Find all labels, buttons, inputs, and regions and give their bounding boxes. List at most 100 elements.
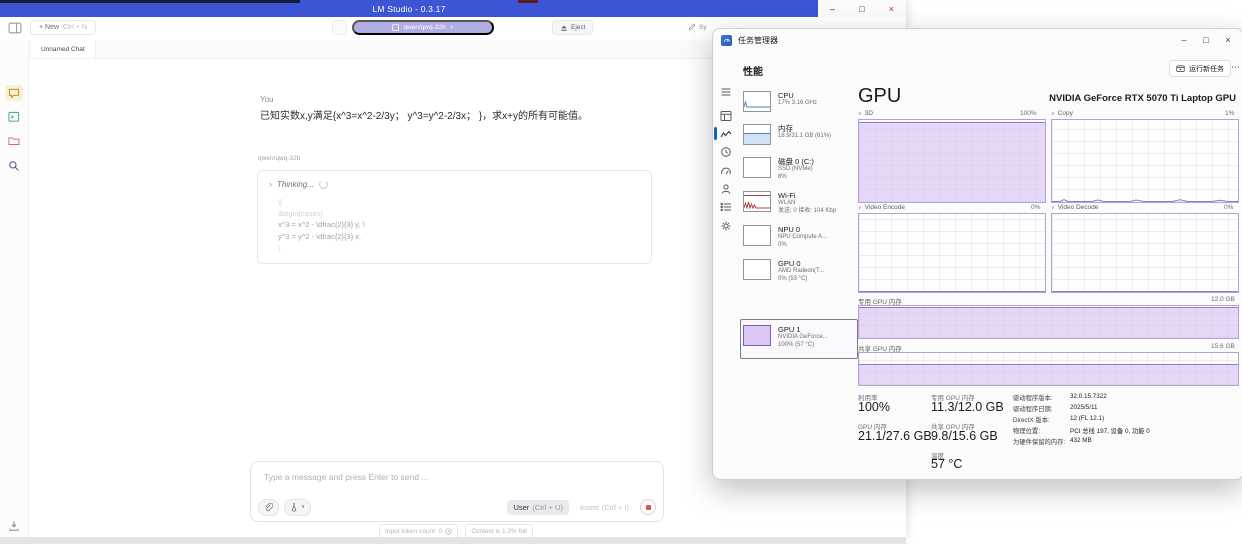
sidebar-item-developer[interactable] [5,109,23,125]
chevron-down-icon: ∨ [301,504,305,510]
perf-item-gpu0[interactable]: GPU 0AMD Radeon(T...0% (53 °C) [743,259,855,283]
stop-generation-button[interactable] [640,499,656,515]
minimize-button[interactable]: – [1173,35,1195,45]
eject-button[interactable]: Eject [552,20,593,35]
chat-bubble-icon [8,87,20,99]
eject-icon [560,24,568,32]
chevron-down-icon: ∨ [1051,111,1055,117]
spinner-icon [319,180,328,189]
disk-mini-graph [743,157,771,178]
nav-services-icon[interactable] [720,220,732,232]
nav-startup-apps-icon[interactable] [720,165,732,177]
model-selector[interactable]: qwen/qwq-32b ∨ [352,20,494,35]
disclosure-icon: › [269,179,272,189]
chart-video-decode-label[interactable]: ∨ Video Decode [1051,204,1098,211]
physical-location-row: 物理位置:PCI 总线 197, 设备 0, 功能 0 [1013,426,1150,435]
task-manager-titlebar[interactable]: 任务管理器 [713,29,1242,51]
nav-selected-indicator [714,127,717,140]
gpu-pane-title: GPU [858,85,901,108]
new-chat-button[interactable]: + New Ctrl + N [30,20,96,35]
task-manager-window: 任务管理器 – □ × [712,28,1242,480]
model-settings-button[interactable] [332,20,347,35]
maximize-button[interactable]: □ [859,4,864,14]
panels-toggle-icon[interactable] [8,21,22,35]
close-button[interactable]: × [1217,35,1239,45]
new-task-icon [1176,64,1185,73]
sidebar-item-models[interactable] [5,133,23,149]
task-manager-window-controls: – □ × [1173,29,1239,51]
taskbar-edge [0,537,906,544]
chart-video-encode [858,213,1046,293]
run-new-task-button[interactable]: 运行新任务 [1169,60,1231,77]
message-input[interactable]: Type a message and press Enter to send .… [264,472,428,482]
nav-details-icon[interactable] [720,201,732,213]
flask-icon [290,503,298,512]
chart-dedicated-memory [858,305,1239,339]
perf-item-gpu1[interactable]: GPU 1NVIDIA GeForce...100% (57 °C) [743,325,855,349]
tab-unnamed-chat[interactable]: Unnamed Chat [30,40,96,58]
new-chat-shortcut: Ctrl + N [63,24,87,31]
send-as-user-button[interactable]: User (Ctrl + U) [507,500,568,515]
temperature-value: 57 °C [931,457,962,471]
gpu-memory-value: 21.1/27.6 GB [858,429,932,443]
sidebar-item-chat[interactable] [5,85,23,101]
thinking-header[interactable]: › Thinking... [269,179,328,189]
attach-button[interactable] [258,499,279,516]
memory-mini-graph [743,124,771,145]
thinking-block[interactable]: › Thinking... \[ \begin{cases} x^3 = x^2… [257,170,652,264]
minimize-button[interactable]: – [830,4,835,14]
chart-copy-scale: 1% [1225,110,1234,117]
model-selector-label: qwen/qwq-32b [403,24,445,31]
insert-button[interactable]: Insert (Ctrl + I) [574,500,635,515]
shared-stat-value: 9.8/15.6 GB [931,429,998,443]
task-manager-nav-rail [713,51,739,479]
driver-date-row: 驱动程序日期:2025/5/11 [1013,404,1098,413]
sidebar-item-discover[interactable] [5,158,23,174]
more-options-button[interactable]: ⋯ [1231,62,1240,73]
context-status-pill: Context is 1.2% full [465,524,533,538]
nav-users-icon[interactable] [720,183,732,195]
chart-video-encode-scale: 0% [1031,204,1040,211]
perf-item-disk[interactable]: 磁盘 0 (C:)SSD (NVMe)8% [743,157,855,181]
lmstudio-window-controls: – □ × [818,0,906,17]
maximize-button[interactable]: □ [1195,35,1217,45]
stop-icon [646,505,651,510]
perf-item-memory[interactable]: 内存18.9/31.1 GB (61%) [743,124,855,145]
perf-item-wifi[interactable]: Wi-FiWLAN发送: 0 接收: 104 Kbp [743,191,855,215]
perf-item-npu[interactable]: NPU 0NPU Compute A...0% [743,225,855,249]
paperclip-icon [264,503,273,512]
composer-actions: ∨ User (Ctrl + U) Insert (Ctrl + I) [258,499,656,515]
lmstudio-sidebar [0,40,29,537]
pencil-icon [688,23,696,31]
driver-version-row: 驱动程序版本:32.0.15.7322 [1013,393,1107,402]
clock-icon [445,528,452,535]
chart-3d-scale: 100% [1020,110,1037,117]
wifi-mini-graph [743,191,771,212]
dedicated-stat-value: 11.3/12.0 GB [931,400,1004,414]
perf-item-cpu[interactable]: CPU17% 3.16 GHz [743,91,855,112]
sidebar-item-downloads[interactable] [5,518,23,534]
composer-status-row: Input token count: 0 Context is 1.2% ful… [250,524,662,538]
system-prompt-fragment[interactable]: Sy [688,23,707,31]
close-button[interactable]: × [889,4,894,14]
chevron-down-icon: ∨ [450,25,454,31]
thinking-line: y^3 = y^2 - \dfrac{2}{3} x. [278,231,361,242]
chart-3d [858,119,1046,203]
directx-version-row: DirectX 版本:12 (FL 12.1) [1013,415,1104,424]
page-title: 性能 [743,63,763,78]
token-count-pill: Input token count: 0 [379,524,458,538]
gear-icon [339,23,340,32]
chevron-down-icon: ∨ [858,111,862,117]
nav-menu-icon[interactable] [720,86,732,98]
chart-3d-label[interactable]: ∨ 3D [858,110,873,117]
new-chat-label: + New [39,24,59,31]
chart-video-encode-label[interactable]: ∨ Video Encode [858,204,905,211]
nav-performance-icon[interactable] [720,128,732,140]
thinking-line: \ [278,243,280,254]
nav-processes-icon[interactable] [720,110,732,122]
chat-model-label: qwen/qwq-32b [258,155,300,162]
nav-app-history-icon[interactable] [720,146,732,158]
chart-copy-label[interactable]: ∨ Copy [1051,110,1073,117]
gpu0-mini-graph [743,259,771,280]
tools-button[interactable]: ∨ [284,499,311,516]
